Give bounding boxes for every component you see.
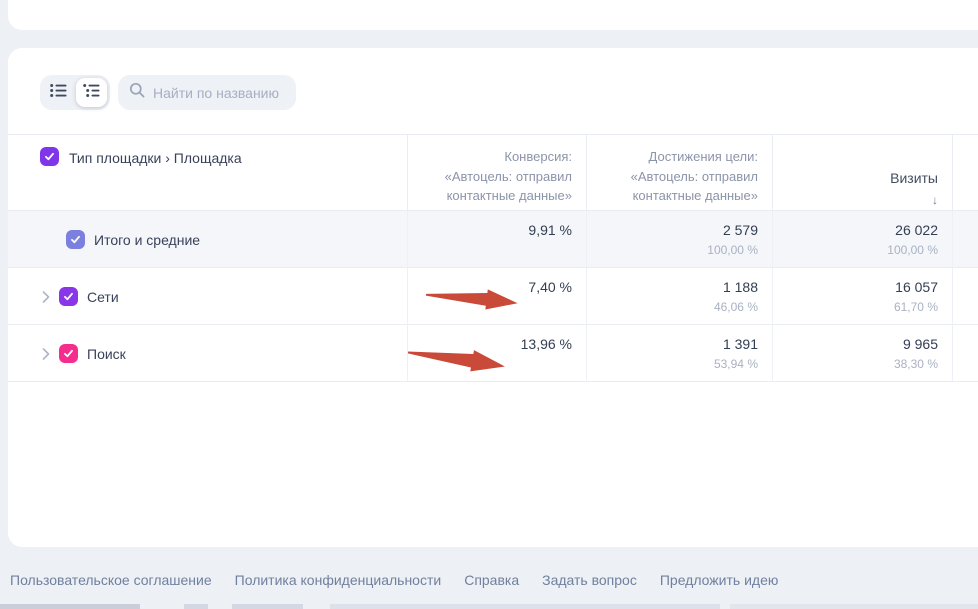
table-row-total: Итого и средние 9,91 % 2 579 100,00 % 26…	[8, 211, 978, 268]
column-header-conversion[interactable]: Конверсия: «Автоцель: отправил контактны…	[407, 135, 586, 210]
footer-link-user-agreement[interactable]: Пользовательское соглашение	[10, 572, 212, 588]
goal-cell: 2 579 100,00 %	[586, 211, 772, 268]
report-table: Тип площадки › Площадка Конверсия: «Авто…	[8, 134, 978, 382]
expand-chevron-icon[interactable]	[42, 348, 50, 360]
footer-link-suggest-idea[interactable]: Предложить идею	[660, 572, 779, 588]
bottom-edge-artifact	[730, 604, 978, 609]
row-label: Итого и средние	[94, 232, 200, 248]
conversion-cell: 9,91 %	[407, 211, 586, 268]
search-box	[118, 75, 296, 110]
row-label: Сети	[87, 289, 119, 305]
goal-cell: 1 391 53,94 %	[586, 325, 772, 382]
goal-share: 53,94 %	[587, 357, 758, 371]
view-mode-toggle	[40, 75, 110, 110]
top-panel-edge	[8, 0, 978, 30]
search-input[interactable]	[153, 85, 283, 101]
goal-share: 46,06 %	[587, 300, 758, 314]
row-checkbox-networks[interactable]	[59, 287, 78, 306]
footer-links: Пользовательское соглашение Политика кон…	[10, 572, 778, 588]
conversion-cell: 13,96 %	[407, 325, 586, 382]
expand-chevron-icon[interactable]	[42, 291, 50, 303]
bottom-edge-artifact	[0, 604, 140, 609]
footer-link-privacy-policy[interactable]: Политика конфиденциальности	[235, 572, 442, 588]
tree-list-icon	[83, 83, 100, 103]
visits-share: 61,70 %	[773, 300, 938, 314]
visits-cell: 9 965 38,30 %	[772, 325, 952, 382]
row-label: Поиск	[87, 346, 126, 362]
table-header-row: Тип площадки › Площадка Конверсия: «Авто…	[8, 134, 978, 211]
footer-link-ask-question[interactable]: Задать вопрос	[542, 572, 637, 588]
goal-count: 1 391	[587, 336, 758, 352]
bottom-edge-artifact	[184, 604, 208, 609]
dimension-header-label[interactable]: Тип площадки › Площадка	[69, 148, 242, 169]
row-name-cell: Сети	[8, 268, 407, 325]
dimension-header-cell: Тип площадки › Площадка	[8, 135, 407, 210]
visits-value: 9 965	[773, 336, 938, 352]
goal-cell: 1 188 46,06 %	[586, 268, 772, 325]
column-header-visits[interactable]: Визиты ↓	[772, 135, 952, 210]
conversion-value: 13,96 %	[408, 336, 572, 352]
flat-list-icon	[50, 83, 67, 103]
goal-count: 1 188	[587, 279, 758, 295]
footer-link-help[interactable]: Справка	[464, 572, 519, 588]
extra-cell	[952, 268, 978, 325]
table-row-networks: Сети 7,40 % 1 188 46,06 % 16 057 61,70 %	[8, 268, 978, 325]
row-name-cell: Поиск	[8, 325, 407, 382]
column-header-goal[interactable]: Достижения цели: «Автоцель: отправил кон…	[586, 135, 772, 210]
extra-cell	[952, 211, 978, 268]
visits-share: 100,00 %	[773, 243, 938, 257]
visits-value: 16 057	[773, 279, 938, 295]
bottom-edge-artifact	[330, 604, 720, 609]
dimension-checkbox[interactable]	[40, 147, 59, 166]
visits-cell: 26 022 100,00 %	[772, 211, 952, 268]
row-name-cell: Итого и средние	[8, 211, 407, 268]
report-card: Тип площадки › Площадка Конверсия: «Авто…	[8, 48, 978, 547]
goal-share: 100,00 %	[587, 243, 758, 257]
search-icon	[129, 82, 145, 103]
row-checkbox-search[interactable]	[59, 344, 78, 363]
visits-value: 26 022	[773, 222, 938, 238]
visits-header-label: Визиты	[890, 170, 938, 186]
extra-cell	[952, 325, 978, 382]
bottom-edge-artifact	[232, 604, 303, 609]
tree-view-button[interactable]	[76, 78, 107, 107]
sort-desc-icon: ↓	[932, 193, 938, 207]
column-header-extra	[952, 135, 978, 210]
row-checkbox-total[interactable]	[66, 230, 85, 249]
goal-count: 2 579	[587, 222, 758, 238]
list-view-button[interactable]	[43, 78, 74, 107]
conversion-value: 9,91 %	[408, 222, 572, 238]
table-row-search: Поиск 13,96 % 1 391 53,94 % 9 965 38,30 …	[8, 325, 978, 382]
visits-cell: 16 057 61,70 %	[772, 268, 952, 325]
conversion-cell: 7,40 %	[407, 268, 586, 325]
conversion-value: 7,40 %	[408, 279, 572, 295]
visits-share: 38,30 %	[773, 357, 938, 371]
